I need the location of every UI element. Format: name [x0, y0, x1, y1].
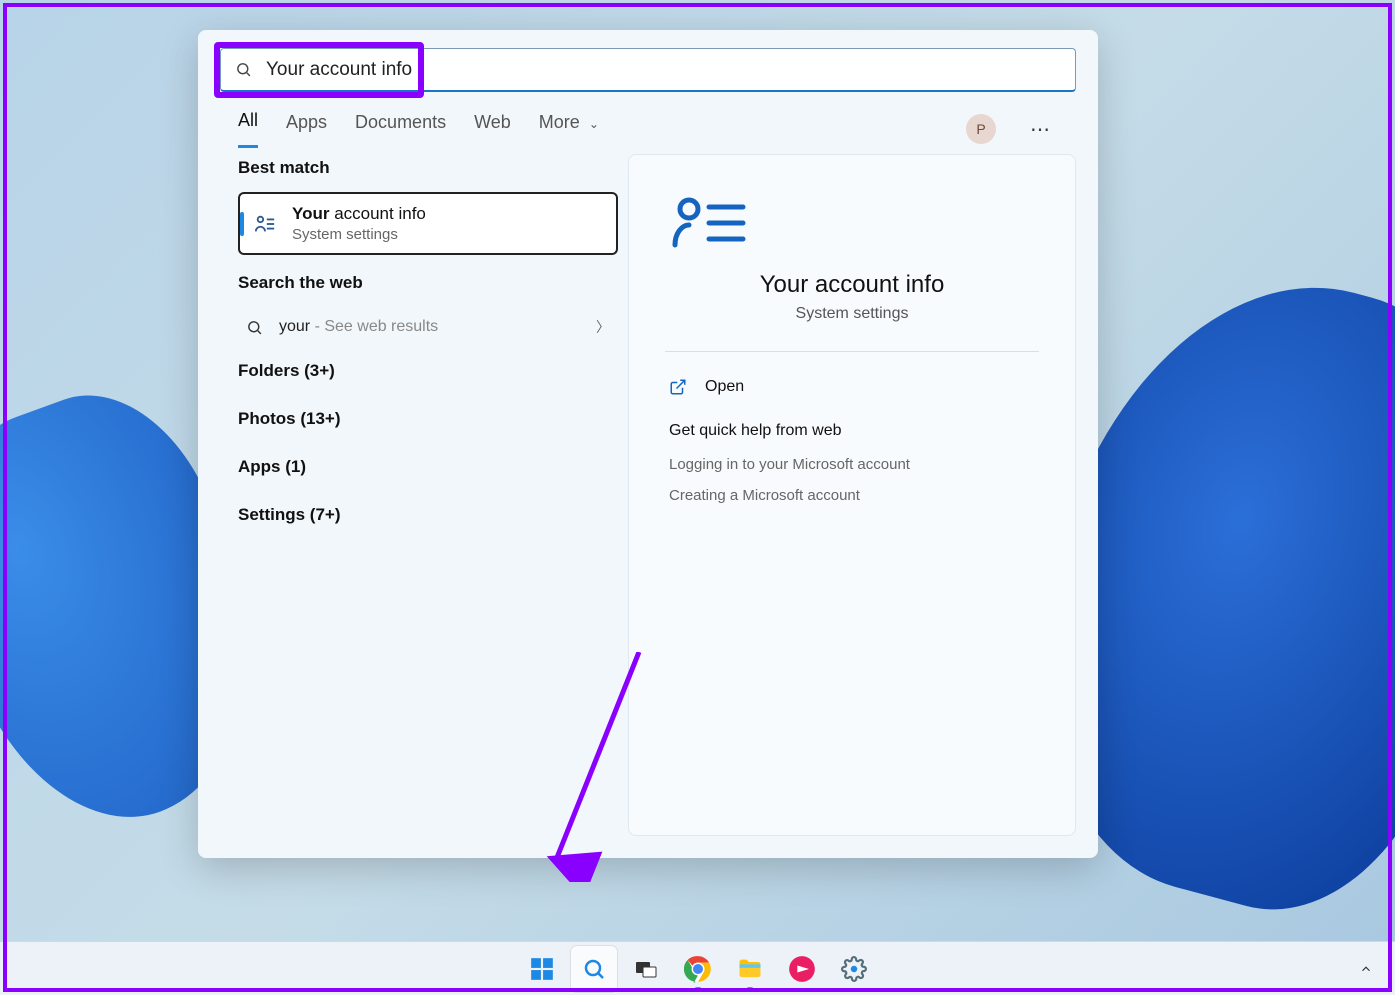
app-icon: [788, 955, 816, 983]
help-link-login[interactable]: Logging in to your Microsoft account: [669, 456, 1035, 473]
task-view-button[interactable]: [623, 946, 669, 992]
folder-icon: [736, 955, 764, 983]
chrome-button[interactable]: [675, 946, 721, 992]
tab-more-label: More: [539, 112, 580, 132]
selection-indicator: [240, 212, 244, 236]
settings-button[interactable]: [831, 946, 877, 992]
category-settings[interactable]: Settings (7+): [238, 491, 618, 539]
chevron-right-icon: 〉: [596, 317, 610, 337]
gear-icon: [841, 956, 867, 982]
detail-title: Your account info: [669, 271, 1035, 299]
running-indicator: [695, 987, 701, 990]
search-input[interactable]: [266, 59, 1061, 81]
tray-overflow-button[interactable]: [1349, 956, 1383, 982]
search-bar[interactable]: [220, 48, 1076, 92]
help-heading: Get quick help from web: [669, 422, 1035, 440]
tab-all[interactable]: All: [238, 110, 258, 148]
web-search-result[interactable]: your - See web results 〉: [238, 307, 618, 347]
open-icon: [669, 378, 687, 396]
search-web-heading: Search the web: [238, 273, 618, 293]
open-label: Open: [705, 378, 744, 396]
taskbar: [0, 941, 1395, 995]
tab-web[interactable]: Web: [474, 112, 511, 147]
detail-hero-icon: [669, 193, 1035, 253]
app-button[interactable]: [779, 946, 825, 992]
running-indicator: [747, 987, 753, 990]
detail-pane: Your account info System settings Open G…: [628, 154, 1076, 836]
best-match-result[interactable]: Your account info System settings: [238, 192, 618, 255]
best-match-heading: Best match: [238, 158, 618, 178]
results-column: Best match Your account info System sett…: [238, 154, 618, 836]
search-tabs: All Apps Documents Web More ⌄ P ⋯: [198, 100, 1098, 148]
search-icon: [235, 61, 252, 78]
best-match-subtitle: System settings: [292, 226, 426, 243]
file-explorer-button[interactable]: [727, 946, 773, 992]
chrome-icon: [684, 955, 712, 983]
overflow-menu[interactable]: ⋯: [1024, 117, 1058, 142]
chevron-down-icon: ⌄: [589, 117, 599, 131]
best-match-title: Your account info: [292, 204, 426, 224]
tab-apps[interactable]: Apps: [286, 112, 327, 147]
chevron-up-icon: [1359, 962, 1373, 976]
search-icon: [582, 957, 606, 981]
category-folders[interactable]: Folders (3+): [238, 347, 618, 395]
detail-subtitle: System settings: [669, 305, 1035, 323]
help-link-create[interactable]: Creating a Microsoft account: [669, 487, 1035, 504]
user-avatar[interactable]: P: [966, 114, 996, 144]
account-info-icon: [254, 213, 276, 235]
tab-more[interactable]: More ⌄: [539, 112, 599, 147]
search-icon: [246, 319, 263, 336]
web-term: your: [279, 318, 310, 335]
tab-documents[interactable]: Documents: [355, 112, 446, 147]
windows-logo-icon: [529, 956, 555, 982]
start-button[interactable]: [519, 946, 565, 992]
search-button[interactable]: [571, 946, 617, 992]
task-view-icon: [634, 957, 658, 981]
open-action[interactable]: Open: [669, 372, 1035, 416]
divider: [665, 351, 1039, 352]
system-tray: [1349, 942, 1383, 995]
category-apps[interactable]: Apps (1): [238, 443, 618, 491]
category-photos[interactable]: Photos (13+): [238, 395, 618, 443]
web-suffix: - See web results: [310, 318, 438, 335]
search-window: All Apps Documents Web More ⌄ P ⋯ Best m…: [198, 30, 1098, 858]
